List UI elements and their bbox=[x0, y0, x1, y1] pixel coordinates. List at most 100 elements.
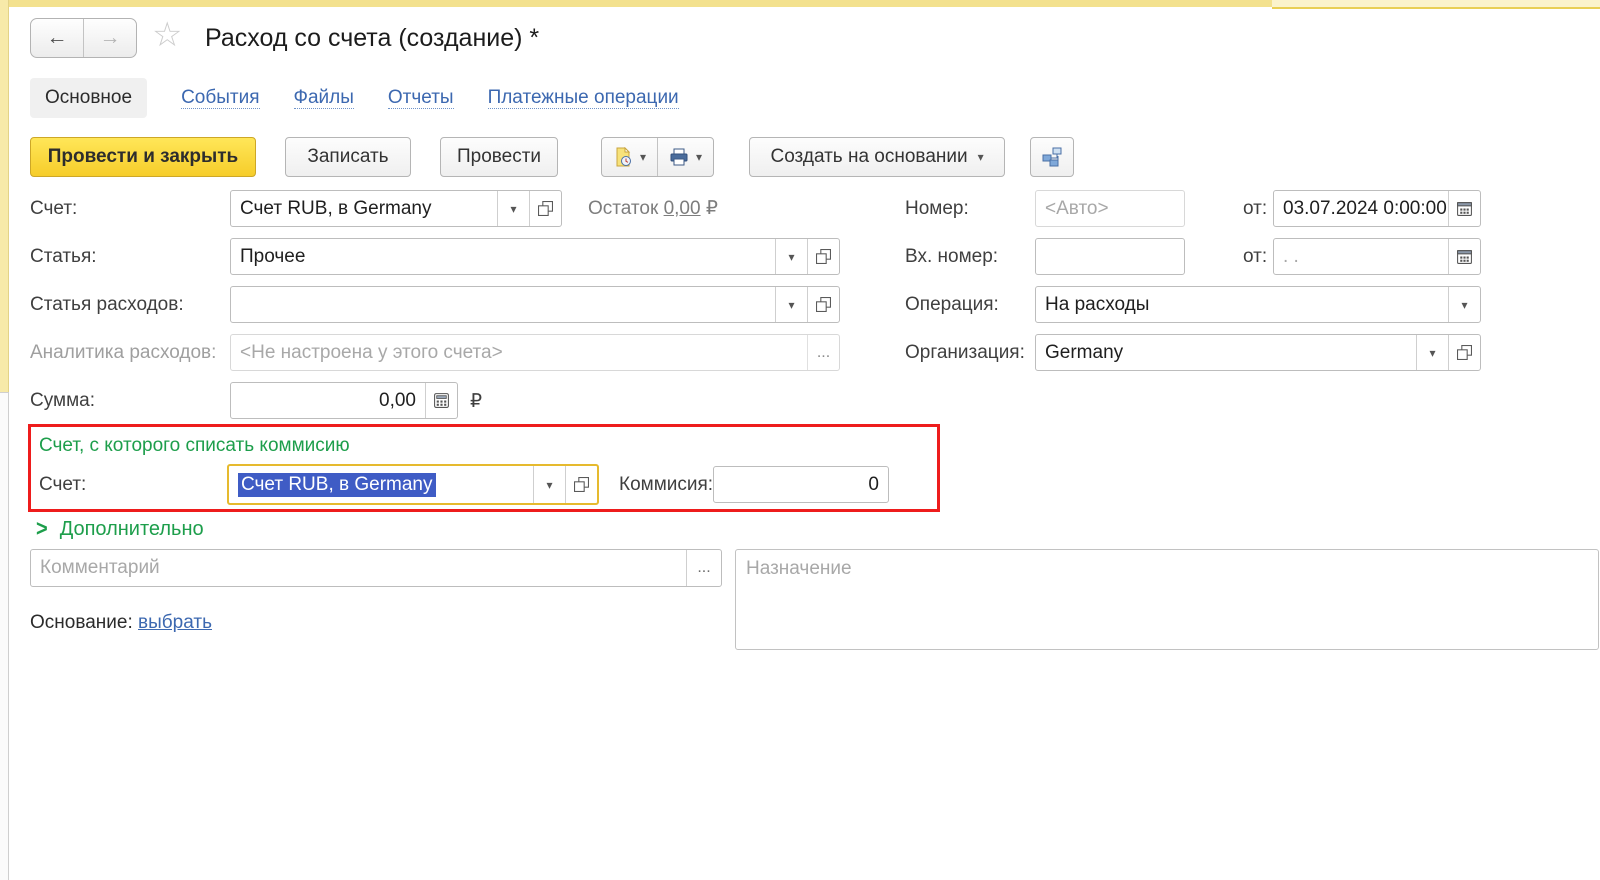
toolbar-icon-group: ▾ ▾ bbox=[601, 137, 714, 177]
tab-events[interactable]: События bbox=[181, 87, 259, 110]
tab-payment-operations[interactable]: Платежные операции bbox=[488, 87, 679, 110]
operation-label: Операция: bbox=[905, 294, 999, 316]
incoming-number-field[interactable] bbox=[1035, 238, 1185, 275]
commission-amount-value[interactable]: 0 bbox=[714, 467, 888, 502]
purpose-textarea[interactable] bbox=[735, 549, 1599, 650]
chevron-down-icon: ▾ bbox=[510, 203, 516, 215]
number-field: <Авто> bbox=[1035, 190, 1185, 227]
back-button[interactable]: ← bbox=[31, 19, 83, 57]
operation-value[interactable]: На расходы bbox=[1036, 287, 1448, 322]
document-clock-icon bbox=[613, 147, 633, 167]
commission-account-field[interactable]: Счет RUB, в Germany ▾ bbox=[227, 464, 599, 505]
account-label: Счет: bbox=[30, 198, 77, 220]
expense-article-dropdown-button[interactable]: ▾ bbox=[775, 287, 807, 322]
commission-amount-field[interactable]: 0 bbox=[713, 466, 889, 503]
date-field[interactable]: 03.07.2024 0:00:00 bbox=[1273, 190, 1481, 227]
incoming-date-value[interactable]: . . bbox=[1274, 239, 1448, 274]
account-open-button[interactable] bbox=[529, 191, 561, 226]
article-dropdown-button[interactable]: ▾ bbox=[775, 239, 807, 274]
operation-field[interactable]: На расходы ▾ bbox=[1035, 286, 1481, 323]
analytics-more-button[interactable]: ... bbox=[807, 335, 839, 370]
document-form-window: ← → ☆ Расход со счета (создание) * Основ… bbox=[0, 0, 1600, 880]
calendar-icon bbox=[1456, 248, 1473, 265]
tab-reports[interactable]: Отчеты bbox=[388, 87, 454, 110]
tab-bar: Основное События Файлы Отчеты Платежные … bbox=[30, 78, 679, 118]
amount-value[interactable]: 0,00 bbox=[231, 383, 425, 418]
commission-account-open-button[interactable] bbox=[565, 466, 597, 503]
incoming-date-field[interactable]: . . bbox=[1273, 238, 1481, 275]
open-icon bbox=[816, 297, 831, 312]
print-dropdown[interactable]: ▾ bbox=[657, 138, 713, 176]
incoming-date-calendar-button[interactable] bbox=[1448, 239, 1480, 274]
organization-open-button[interactable] bbox=[1448, 335, 1480, 370]
ellipsis-icon: ... bbox=[697, 559, 710, 577]
organization-label: Организация: bbox=[905, 342, 1025, 364]
article-field[interactable]: Прочее ▾ bbox=[230, 238, 840, 275]
expense-article-label: Статья расходов: bbox=[30, 294, 184, 316]
operation-dropdown-button[interactable]: ▾ bbox=[1448, 287, 1480, 322]
post-and-close-button[interactable]: Провести и закрыть bbox=[30, 137, 256, 177]
post-button[interactable]: Провести bbox=[440, 137, 558, 177]
favorite-star-icon[interactable]: ☆ bbox=[152, 18, 182, 52]
comment-more-button[interactable]: ... bbox=[686, 550, 721, 586]
balance-value-link[interactable]: 0,00 bbox=[664, 198, 701, 219]
commission-highlight-box: Счет, с которого списать коммисию Счет: … bbox=[28, 424, 940, 512]
number-placeholder: <Авто> bbox=[1036, 191, 1184, 226]
basis-select-link[interactable]: выбрать bbox=[138, 612, 212, 633]
date-value[interactable]: 03.07.2024 0:00:00 bbox=[1274, 191, 1448, 226]
comment-placeholder[interactable]: Комментарий bbox=[31, 550, 686, 586]
arrow-left-icon: ← bbox=[47, 26, 68, 50]
balance-label: Остаток bbox=[588, 198, 658, 219]
document-structure-button[interactable] bbox=[1030, 137, 1074, 177]
expense-article-field[interactable]: ▾ bbox=[230, 286, 840, 323]
commission-account-value[interactable]: Счет RUB, в Germany bbox=[229, 466, 533, 503]
calendar-icon bbox=[1456, 200, 1473, 217]
article-label: Статья: bbox=[30, 246, 97, 268]
chevron-down-icon: ▾ bbox=[788, 251, 794, 263]
left-panel-edge bbox=[0, 0, 9, 392]
tab-main[interactable]: Основное bbox=[30, 78, 147, 118]
commission-account-dropdown-button[interactable]: ▾ bbox=[533, 466, 565, 503]
commission-section-title: Счет, с которого списать коммисию bbox=[39, 435, 350, 457]
forward-button[interactable]: → bbox=[83, 19, 136, 57]
comment-field[interactable]: Комментарий ... bbox=[30, 549, 722, 587]
amount-label: Сумма: bbox=[30, 390, 95, 412]
organization-dropdown-button[interactable]: ▾ bbox=[1416, 335, 1448, 370]
chevron-down-icon: ▾ bbox=[1461, 299, 1467, 311]
open-icon bbox=[574, 477, 589, 492]
date-calendar-button[interactable] bbox=[1448, 191, 1480, 226]
more-section-toggle[interactable]: > Дополнительно bbox=[36, 518, 204, 541]
account-field[interactable]: Счет RUB, в Germany ▾ bbox=[230, 190, 562, 227]
create-based-on-button[interactable]: Создать на основании ▾ bbox=[749, 137, 1005, 177]
chevron-down-icon: ▾ bbox=[546, 479, 552, 491]
article-open-button[interactable] bbox=[807, 239, 839, 274]
chevron-down-icon: ▾ bbox=[696, 151, 702, 163]
expense-article-value[interactable] bbox=[231, 287, 775, 322]
commission-amount-label: Коммисия: bbox=[619, 474, 713, 496]
account-dropdown-button[interactable]: ▾ bbox=[497, 191, 529, 226]
amount-calculator-button[interactable] bbox=[425, 383, 457, 418]
left-window-edge bbox=[0, 392, 9, 880]
more-section-label: Дополнительно bbox=[60, 518, 204, 541]
arrow-right-icon: → bbox=[100, 26, 121, 50]
save-button[interactable]: Записать bbox=[285, 137, 411, 177]
date-from-label: от: bbox=[1243, 198, 1267, 220]
expense-article-open-button[interactable] bbox=[807, 287, 839, 322]
open-icon bbox=[1457, 345, 1472, 360]
nav-history-group: ← → bbox=[30, 18, 137, 58]
ruble-sign: ₽ bbox=[706, 198, 718, 219]
chevron-down-icon: ▾ bbox=[1429, 347, 1435, 359]
article-value[interactable]: Прочее bbox=[231, 239, 775, 274]
organization-field[interactable]: Germany ▾ bbox=[1035, 334, 1481, 371]
create-linked-document-dropdown[interactable]: ▾ bbox=[602, 138, 657, 176]
organization-value[interactable]: Germany bbox=[1036, 335, 1416, 370]
top-window-edge bbox=[0, 0, 1272, 7]
incoming-number-label: Вх. номер: bbox=[905, 246, 998, 268]
commission-account-label: Счет: bbox=[39, 474, 86, 496]
account-value[interactable]: Счет RUB, в Germany bbox=[231, 191, 497, 226]
amount-field[interactable]: 0,00 bbox=[230, 382, 458, 419]
tab-files[interactable]: Файлы bbox=[294, 87, 354, 110]
incoming-number-value[interactable] bbox=[1036, 239, 1184, 274]
print-icon bbox=[669, 147, 689, 167]
number-label: Номер: bbox=[905, 198, 969, 220]
